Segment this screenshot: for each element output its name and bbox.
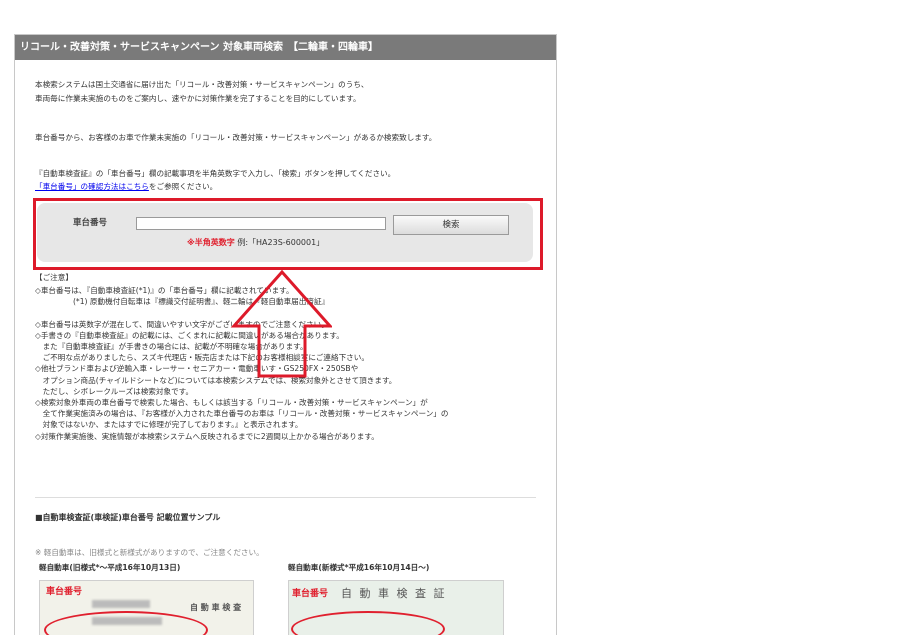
- intro-text-4: 『自動車検査証』の「車台番号」欄の記載事項を半角英数字で入力し、「検索」ボタンを…: [35, 169, 396, 178]
- new-image-label: 車台番号: [292, 589, 329, 599]
- blurred-field: [92, 600, 150, 608]
- intro-text-1: 本検索システムは国土交通省に届け出た「リコール・改善対策・サービスキャンペーン」…: [35, 80, 369, 89]
- hint-halfwidth: ※半角英数字: [187, 238, 235, 247]
- chassis-number-label: 車台番号: [73, 218, 108, 228]
- new-format-caption: 軽自動車(新様式*平成16年10月14日～): [288, 563, 430, 572]
- sample-note: ※ 軽自動車は、旧様式と新様式がありますので、ご注意ください。: [35, 548, 264, 557]
- note-line: 対象ではないか、またはすでに修理が完了しております。』と表示されます。: [35, 420, 303, 430]
- old-image-label: 車台番号: [46, 587, 83, 597]
- howto-line: 「車台番号」の確認方法はこちらをご参照ください。: [35, 181, 217, 192]
- note-line: ◇対策作業実施後、実施情報が本検索システムへ反映されるまでに2週間以上かかる場合…: [35, 431, 379, 441]
- search-button[interactable]: 検索: [393, 215, 509, 235]
- old-red-ellipse: [44, 611, 208, 635]
- note-line: ◇検索対象外車両の車台番号で検索した場合、もしくは該当する「リコール・改善対策・…: [35, 398, 428, 407]
- howto-suffix: をご参照ください。: [148, 182, 218, 191]
- section-divider: [35, 497, 536, 498]
- new-cert-title: 自 動 車 検 査 証: [341, 587, 447, 600]
- intro-text-3: 車台番号から、お客様のお車で作業未実施の「リコール・改善対策・サービスキャンペー…: [35, 133, 437, 142]
- chassis-number-input[interactable]: [136, 217, 386, 230]
- input-hint: ※半角英数字 例:「HA23S-600001」: [187, 237, 324, 248]
- howto-link[interactable]: 「車台番号」の確認方法はこちら: [35, 182, 149, 191]
- up-arrow-icon: [230, 269, 332, 378]
- note-line: 全て作業実施済みの場合は、『お客様が入力された車台番号のお車は「リコール・改善対…: [35, 409, 449, 419]
- hint-example: 例:「HA23S-600001」: [237, 238, 325, 247]
- old-cert-title: 自 動 車 検 査: [190, 603, 242, 612]
- old-format-caption: 軽自動車(旧様式*～平成16年10月13日): [39, 563, 181, 572]
- intro-text-2: 車両毎に作業未実施のものをご案内し、速やかに対策作業を完了することを目的にしてい…: [35, 94, 361, 103]
- new-red-ellipse: [291, 611, 445, 635]
- sample-heading: ■自動車検査証(車検証)車台番号 記載位置サンプル: [35, 513, 221, 522]
- note-line: ただし、シボレークルーズは検索対象です。: [35, 386, 194, 396]
- page-title: リコール・改善対策・サービスキャンペーン 対象車両検索 【二輪車・四輪車】: [15, 35, 556, 60]
- notes-header: 【ご注意】: [35, 273, 73, 282]
